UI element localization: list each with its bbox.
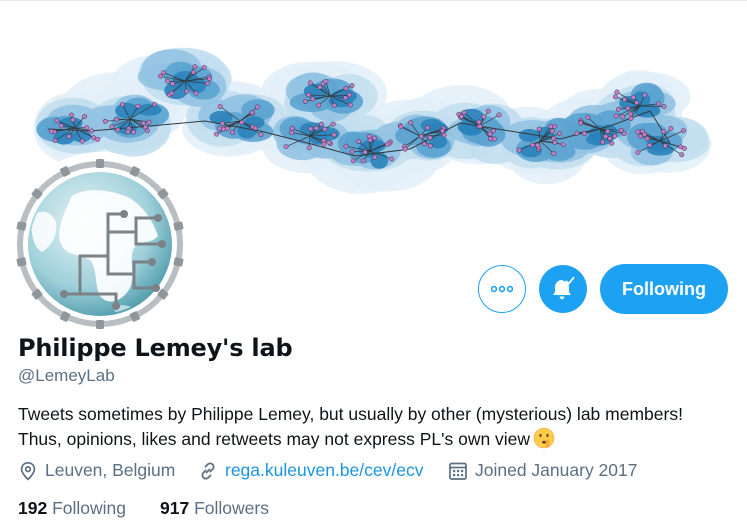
followers-stat[interactable]: 917 Followers — [160, 498, 269, 519]
followers-label: Followers — [194, 498, 269, 518]
shushing-face-emoji — [533, 427, 555, 456]
globe-tree-logo — [12, 156, 188, 332]
more-horizontal-icon — [491, 285, 513, 293]
following-label: Following — [52, 498, 127, 518]
bio-line-1: Tweets sometimes by Philippe Lemey, but … — [18, 404, 683, 424]
more-options-button[interactable] — [478, 265, 526, 313]
following-count: 192 — [18, 498, 48, 518]
website-link[interactable]: rega.kuleuven.be/cev/ecv — [225, 460, 423, 481]
following-button[interactable]: Following — [600, 264, 728, 314]
display-name: Philippe Lemey's lab — [18, 334, 293, 362]
link-icon — [201, 461, 215, 480]
profile-avatar[interactable] — [8, 152, 192, 336]
user-handle: @LemeyLab — [18, 366, 115, 385]
bio-line-2-text: Thus, opinions, likes and retweets may n… — [18, 429, 531, 449]
bell-checked-icon — [553, 276, 575, 300]
location-text: Leuven, Belgium — [45, 460, 176, 480]
followers-count: 917 — [160, 498, 190, 518]
profile-bio: Tweets sometimes by Philippe Lemey, but … — [18, 402, 733, 456]
calendar-icon — [449, 462, 467, 480]
joined-item: Joined January 2017 — [448, 460, 637, 481]
joined-text: Joined January 2017 — [475, 460, 638, 480]
website-item[interactable]: rega.kuleuven.be/cev/ecv — [198, 460, 423, 481]
location-item: Leuven, Belgium — [18, 460, 175, 481]
following-stat[interactable]: 192 Following — [18, 498, 126, 519]
bio-line-2: Thus, opinions, likes and retweets may n… — [18, 427, 733, 456]
notifications-button[interactable] — [539, 265, 587, 313]
location-pin-icon — [20, 461, 36, 481]
